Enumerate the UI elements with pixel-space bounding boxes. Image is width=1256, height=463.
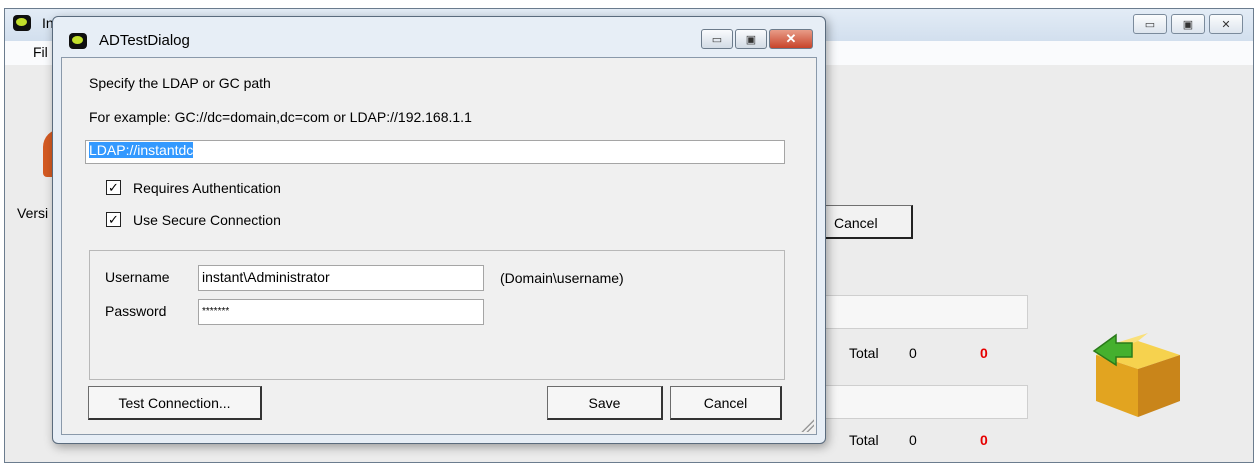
red-count-2: 0: [980, 432, 988, 448]
total-label-2: Total: [849, 432, 879, 448]
ad-test-dialog: ADTestDialog ▭ ▣ ✕ Specify the LDAP or G…: [52, 16, 826, 444]
dialog-client-area: Specify the LDAP or GC path For example:…: [61, 57, 817, 435]
password-field[interactable]: *******: [198, 299, 484, 325]
package-icon: [1092, 333, 1180, 417]
close-button[interactable]: ✕: [1209, 14, 1243, 34]
secure-connection-label: Use Secure Connection: [133, 212, 281, 228]
minimize-button[interactable]: ▭: [1133, 14, 1167, 34]
username-hint: (Domain\username): [500, 270, 624, 286]
test-connection-button[interactable]: Test Connection...: [88, 386, 262, 420]
credentials-group: Username instant\Administrator (Domain\u…: [89, 250, 785, 380]
dialog-title: ADTestDialog: [99, 32, 190, 49]
background-field-2: [823, 385, 1028, 419]
maximize-button[interactable]: ▣: [1171, 14, 1205, 34]
cancel-button[interactable]: Cancel: [670, 386, 782, 420]
requires-auth-label: Requires Authentication: [133, 180, 281, 196]
dialog-title-bar: ADTestDialog ▭ ▣ ✕: [53, 17, 825, 53]
red-count-1: 0: [980, 345, 988, 361]
username-label: Username: [105, 269, 170, 285]
password-label: Password: [105, 303, 167, 319]
secure-connection-checkbox[interactable]: ✓: [106, 212, 121, 227]
app-icon: [13, 15, 31, 31]
ldap-path-value: LDAP://instantdc: [89, 142, 194, 158]
prompt-label: Specify the LDAP or GC path: [89, 75, 271, 91]
total-value-1: 0: [909, 345, 917, 361]
total-value-2: 0: [909, 432, 917, 448]
resize-grip[interactable]: [800, 418, 814, 432]
requires-auth-checkbox[interactable]: ✓: [106, 180, 121, 195]
dialog-close-button[interactable]: ✕: [769, 29, 813, 49]
dialog-app-icon: [69, 33, 87, 49]
dialog-maximize-button[interactable]: ▣: [735, 29, 767, 49]
total-label-1: Total: [849, 345, 879, 361]
background-field-1: [823, 295, 1028, 329]
version-label: Versi: [17, 205, 49, 221]
menu-file[interactable]: Fil: [33, 44, 48, 60]
dialog-minimize-button[interactable]: ▭: [701, 29, 733, 49]
username-field[interactable]: instant\Administrator: [198, 265, 484, 291]
save-button[interactable]: Save: [547, 386, 663, 420]
background-cancel-button[interactable]: Cancel: [817, 205, 913, 239]
ldap-path-input[interactable]: LDAP://instantdc: [85, 140, 785, 164]
example-label: For example: GC://dc=domain,dc=com or LD…: [89, 109, 472, 125]
